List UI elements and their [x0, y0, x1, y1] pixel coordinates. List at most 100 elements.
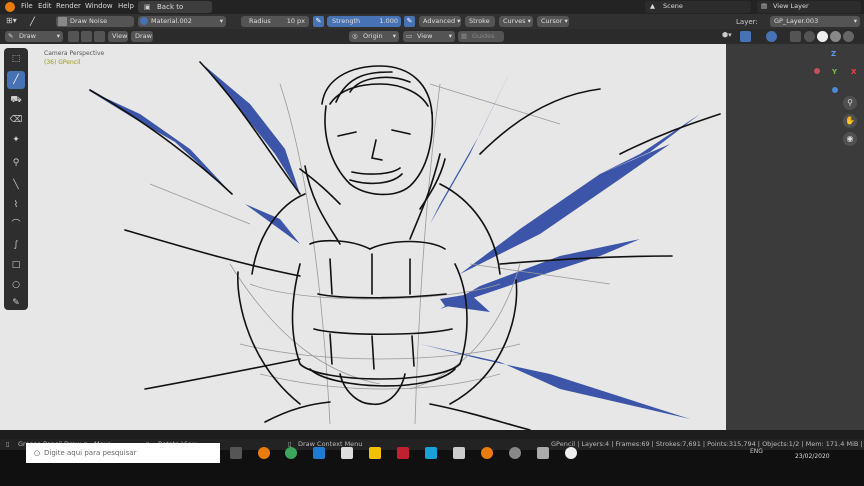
explorer-icon[interactable]: [369, 447, 381, 459]
store-icon[interactable]: [341, 447, 353, 459]
layers-icon: ▤: [761, 2, 768, 10]
strength-pressure-icon[interactable]: ✎: [404, 16, 415, 27]
search-icon: ○: [34, 449, 41, 457]
erase-tool-icon[interactable]: ⌫: [7, 111, 25, 129]
zoom-icon[interactable]: ⚲: [843, 96, 857, 110]
blender-taskbar-icon[interactable]: [258, 447, 270, 459]
polyline-tool-icon[interactable]: ⌇: [7, 196, 25, 214]
fill-tool-icon[interactable]: ⛟: [7, 91, 25, 109]
shading-render-icon[interactable]: [843, 31, 854, 42]
camera-view-icon: ▭: [406, 32, 413, 40]
shading-material-icon[interactable]: [830, 31, 841, 42]
layer-selector[interactable]: GP_Layer.003 ▾: [770, 16, 860, 27]
gizmo-toggle-icon[interactable]: [740, 31, 751, 42]
curve-tool-icon[interactable]: ∫: [7, 236, 25, 254]
back-to-previous-button[interactable]: ▣ Back to Previous: [138, 1, 212, 23]
material-icon: [140, 17, 148, 25]
chevron-down-icon: ▾: [853, 17, 857, 25]
mode-icon[interactable]: ⊞▾: [6, 16, 24, 27]
axis-neg-x-dot[interactable]: [814, 68, 820, 74]
scene-icon: ▲: [650, 2, 655, 10]
viewport-header: ✎ Draw ▾ View Draw ◎ Origin ▾ ▭ View ▾ ▦…: [0, 29, 864, 44]
back-icon: ▣: [144, 3, 151, 11]
tray-lang[interactable]: ENG: [750, 448, 763, 455]
advanced-dropdown[interactable]: Advanced ▾: [419, 16, 461, 27]
tool-header: ⊞▾ ╱ Draw Noise Material.002 ▾ Radius 10…: [0, 14, 864, 36]
view-dropdown[interactable]: ▭ View ▾: [403, 31, 455, 42]
circle-tool-icon[interactable]: ○: [7, 276, 25, 294]
chrome-icon[interactable]: [285, 447, 297, 459]
right-region: Z Y X ⚲ ✋ ◉: [726, 44, 864, 430]
strength-field[interactable]: Strength 1.000: [327, 16, 401, 27]
material-selector[interactable]: Material.002 ▾: [138, 16, 226, 27]
app-light-icon[interactable]: [537, 447, 549, 459]
box-tool-icon[interactable]: □: [7, 256, 25, 274]
stroke-dropdown[interactable]: Stroke ▾: [465, 16, 495, 36]
view-object-types-icon[interactable]: ⬢▾: [722, 31, 738, 42]
view-menu[interactable]: View: [108, 31, 128, 42]
chevron-down-icon: ▾: [525, 17, 531, 25]
pressure-icon[interactable]: ✎: [313, 16, 324, 27]
blender-logo-icon[interactable]: [5, 2, 15, 12]
shading-solid-icon[interactable]: [804, 31, 815, 42]
eyedropper-icon[interactable]: ⚲: [7, 154, 25, 172]
chevron-down-icon: ▾: [455, 17, 461, 25]
layers-toggle-icon[interactable]: [94, 31, 105, 42]
brush-icon: ╱: [30, 17, 35, 26]
task-view-icon[interactable]: [230, 447, 242, 459]
origin-icon: ◎: [352, 32, 358, 40]
menu-window[interactable]: Window: [85, 2, 113, 10]
select-box-icon[interactable]: ⬚: [7, 50, 25, 68]
chevron-down-icon: ▾: [562, 17, 568, 25]
line-tool-icon[interactable]: ╲: [7, 176, 25, 194]
camera-icon[interactable]: ◉: [843, 132, 857, 146]
axis-neg-z-dot[interactable]: [832, 87, 838, 93]
axis-z-label[interactable]: Z: [831, 50, 836, 58]
mouse-left-icon: ▯: [6, 440, 10, 448]
menu-help[interactable]: Help: [118, 2, 134, 10]
onion-icon[interactable]: [81, 31, 92, 42]
mail-icon[interactable]: [453, 447, 465, 459]
edge-icon[interactable]: [313, 447, 325, 459]
origin-dropdown[interactable]: ◎ Origin ▾: [349, 31, 399, 42]
cursor-dropdown[interactable]: Cursor ▾: [537, 16, 569, 27]
radius-field[interactable]: Radius 10 px: [241, 16, 309, 27]
chevron-down-icon: ▾: [56, 32, 60, 40]
scene-selector[interactable]: ▲ Scene: [645, 1, 751, 13]
brush-selector[interactable]: Draw Noise: [56, 16, 134, 27]
menu-edit[interactable]: Edit: [38, 2, 52, 10]
tint-tool-icon[interactable]: ✦: [7, 131, 25, 149]
guides-dropdown[interactable]: ▦ Guides: [458, 31, 504, 42]
blender-active-icon[interactable]: [481, 447, 493, 459]
curves-dropdown[interactable]: Curves ▾: [499, 16, 533, 27]
3d-viewport[interactable]: Camera Perspective (36) GPencil: [0, 44, 726, 430]
draw-menu[interactable]: Draw: [131, 31, 153, 42]
chevron-down-icon: ▾: [448, 32, 452, 40]
annotate-tool-icon[interactable]: ✎: [7, 294, 25, 312]
chevron-down-icon: ▾: [219, 17, 223, 25]
xray-icon[interactable]: [790, 31, 801, 42]
menu-render[interactable]: Render: [56, 2, 81, 10]
arc-tool-icon[interactable]: ⌒: [7, 216, 25, 234]
menu-file[interactable]: File: [21, 2, 33, 10]
blue-streaks: [88, 62, 700, 419]
menu-bar: File Edit Render Window Help ▣ Back to P…: [0, 0, 864, 23]
grease-pencil-drawing: [88, 61, 721, 430]
pencil-icon: ✎: [8, 32, 14, 40]
taskbar-search-input[interactable]: ○ Digite aqui para pesquisar: [26, 443, 220, 463]
multiframe-icon[interactable]: [68, 31, 79, 42]
pan-hand-icon[interactable]: ✋: [843, 114, 857, 128]
view-layer-selector[interactable]: ▤ View Layer: [757, 1, 861, 13]
axis-x-label[interactable]: X: [851, 68, 856, 76]
axis-y-label[interactable]: Y: [832, 68, 837, 76]
tray-date[interactable]: 23/02/2020: [795, 453, 830, 460]
app-gray-icon[interactable]: [509, 447, 521, 459]
draw-tool-icon[interactable]: ╱: [7, 71, 25, 89]
app-blue-icon[interactable]: [425, 447, 437, 459]
mode-selector[interactable]: ✎ Draw ▾: [5, 31, 63, 42]
shading-wire-icon[interactable]: [817, 31, 828, 42]
app-red-icon[interactable]: [397, 447, 409, 459]
overlay-toggle-icon[interactable]: [766, 31, 777, 42]
obs-icon[interactable]: [565, 447, 577, 459]
scene-statistics: GPencil | Layers:4 | Frames:69 | Strokes…: [551, 440, 862, 448]
